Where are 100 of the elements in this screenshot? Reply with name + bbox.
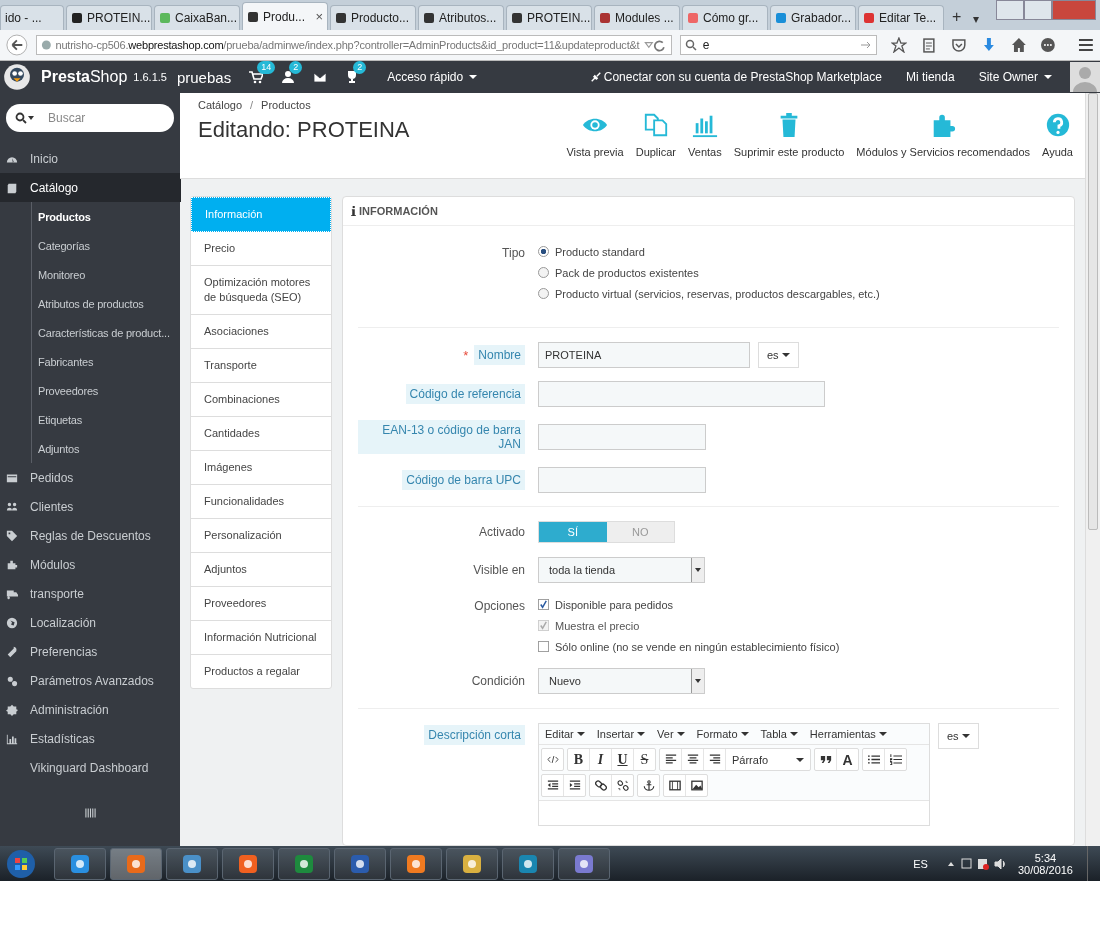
field-label: Código de barra UPC	[402, 470, 525, 490]
checkbox-option[interactable]: Sólo online (no se vende en ningún establecimiento físico)	[538, 639, 840, 654]
browser-tab[interactable]: PROTEIN...	[66, 5, 152, 30]
search-field[interactable]: Buscar	[6, 104, 174, 132]
sidebar-item[interactable]: Catálogo	[0, 173, 181, 202]
clock-date[interactable]: 30/08/2016	[1017, 863, 1073, 876]
toolbar-button[interactable]: Módulos y Servicios recomendados	[856, 112, 1030, 158]
browser-tab[interactable]: PROTEIN...	[506, 5, 592, 30]
sidebar-subitem[interactable]: Etiquetas	[32, 405, 180, 434]
editor-menu[interactable]: Ver	[657, 728, 685, 740]
toolbar-button[interactable]: Ventas	[688, 112, 722, 158]
product-tab[interactable]: Funcionalidades	[191, 485, 331, 519]
new-tab-button[interactable]: +	[946, 8, 968, 30]
condition-select[interactable]: Nuevo	[538, 668, 705, 694]
sidebar-subitem[interactable]: Productos	[32, 202, 180, 231]
user-menu[interactable]: Site Owner	[978, 70, 1052, 84]
editor-menu[interactable]: Formato	[696, 728, 749, 740]
sidebar-subitem[interactable]: Características de product...	[32, 318, 180, 347]
visibility-select[interactable]: toda la tienda	[538, 557, 705, 583]
sidebar-item[interactable]: Módulos	[0, 550, 180, 579]
format-button[interactable]: B	[568, 749, 590, 770]
editor-menu[interactable]: Insertar	[596, 728, 646, 740]
browser-tab[interactable]: Produ... ×	[242, 2, 328, 30]
format-button[interactable]: I	[590, 749, 612, 770]
checkbox-option[interactable]: Disponible para pedidos	[538, 597, 674, 612]
field-label: Condición	[471, 674, 525, 688]
panel-heading: INFORMACIÓN	[359, 205, 438, 217]
sidebar-item[interactable]: Estadísticas	[0, 724, 180, 753]
field-label: EAN-13 o código de barra JAN	[358, 420, 525, 454]
language-indicator[interactable]: ES	[913, 857, 928, 870]
field-label: Nombre	[474, 345, 525, 365]
radio-option[interactable]: Producto virtual (servicios, reservas, productos descargables, etc.)	[538, 286, 880, 301]
browser-tab[interactable]: Cómo gr...	[682, 5, 768, 30]
editor-menu[interactable]: Herramientas	[809, 728, 887, 740]
product-tab[interactable]: Cantidades	[191, 417, 331, 451]
notification-badge: 2	[289, 61, 303, 74]
sidebar-item[interactable]: Reglas de Descuentos	[0, 521, 180, 550]
product-tab[interactable]: Optimización motores de búsqueda (SEO)	[191, 266, 331, 315]
clock-time[interactable]: 5:34	[1034, 851, 1057, 864]
notification-badge: 2	[353, 61, 367, 74]
breadcrumb-link[interactable]: Productos	[261, 99, 311, 111]
quick-access-menu[interactable]: Acceso rápido	[387, 70, 478, 84]
product-tab[interactable]: Imágenes	[191, 451, 331, 485]
sidebar-item[interactable]: transporte	[0, 579, 180, 608]
sidebar-item[interactable]: Administración	[0, 695, 180, 724]
page-title: Editando: PROTEINA	[198, 117, 411, 143]
editor-menu[interactable]: Editar	[545, 728, 585, 740]
sidebar-subitem[interactable]: Atributos de productos	[32, 289, 180, 318]
field-label: Descripción corta	[424, 725, 525, 745]
sidebar-item[interactable]: Clientes	[0, 492, 180, 521]
toolbar-button[interactable]: Suprimir este producto	[733, 112, 845, 158]
toolbar-button[interactable]: Duplicar	[635, 112, 677, 158]
sidebar-item[interactable]: Inicio	[0, 144, 180, 173]
product-tab[interactable]: Personalización	[191, 519, 331, 553]
format-button[interactable]: S	[634, 749, 655, 770]
tab-list-button[interactable]: ▾	[967, 12, 986, 30]
editor-menu[interactable]: Tabla	[760, 728, 798, 740]
product-tab[interactable]: Adjuntos	[191, 553, 331, 587]
sidebar-item[interactable]: Vikinguard Dashboard	[0, 753, 180, 782]
browser-tab[interactable]: ido - ...	[0, 5, 64, 30]
sidebar-item[interactable]: Preferencias	[0, 637, 180, 666]
text-field[interactable]: PROTEINA	[538, 342, 750, 368]
radio-option[interactable]: Pack de productos existentes	[538, 265, 699, 280]
product-tab[interactable]: Productos a regalar	[191, 655, 331, 688]
product-tab[interactable]: Información Nutricional	[191, 621, 331, 655]
product-tab[interactable]: Combinaciones	[191, 383, 331, 417]
language-button[interactable]: es	[938, 723, 979, 749]
format-button[interactable]: U	[612, 749, 634, 770]
browser-tab[interactable]: Editar Te...	[858, 5, 944, 30]
toolbar-button[interactable]: Ayuda	[1042, 112, 1073, 158]
sidebar-item[interactable]: Localización	[0, 608, 180, 637]
sidebar-subitem[interactable]: Categorías	[32, 231, 180, 260]
product-tab[interactable]: Proveedores	[191, 587, 331, 621]
product-tab[interactable]: Transporte	[191, 349, 331, 383]
address-field[interactable]: nutrisho-cp506.webprestashop.com/prueba/adminwe/index.php?controller=AdminProducts&id_product=11&updateproduct&t	[35, 35, 672, 55]
shop-name[interactable]: pruebas	[176, 68, 232, 86]
field-label: Tipo	[502, 246, 525, 260]
radio-option[interactable]: Producto standard	[538, 244, 645, 259]
required-mark: *	[463, 347, 469, 363]
browser-tab[interactable]: Grabador...	[770, 5, 856, 30]
breadcrumb-separator: /	[250, 99, 254, 111]
product-tab[interactable]: Precio	[191, 232, 331, 266]
sidebar-item[interactable]: Parámetros Avanzados	[0, 666, 180, 695]
toolbar-button[interactable]: Vista previa	[566, 112, 624, 158]
browser-tab[interactable]: Modules ...	[594, 5, 680, 30]
language-button[interactable]: es	[758, 342, 799, 368]
sidebar-subitem[interactable]: Monitoreo	[32, 260, 180, 289]
browser-tab[interactable]: CaixaBan...	[154, 5, 240, 30]
browser-tab[interactable]: Atributos...	[418, 5, 504, 30]
connect-link[interactable]: Conectar con su cuenta de PrestaShop Marketplace	[603, 70, 882, 84]
sidebar-subitem[interactable]: Adjuntos	[32, 434, 180, 463]
browser-tab[interactable]: Producto...	[330, 5, 416, 30]
sidebar-item[interactable]: Pedidos	[0, 463, 180, 492]
search-field[interactable]: e	[679, 35, 878, 55]
close-tab-icon[interactable]: ×	[315, 9, 323, 24]
my-shop-link[interactable]: Mi tienda	[905, 70, 955, 84]
sidebar-subitem[interactable]: Proveedores	[32, 376, 180, 405]
breadcrumb-link[interactable]: Catálogo	[198, 99, 243, 111]
product-tab[interactable]: Asociaciones	[191, 315, 331, 349]
sidebar-subitem[interactable]: Fabricantes	[32, 347, 180, 376]
